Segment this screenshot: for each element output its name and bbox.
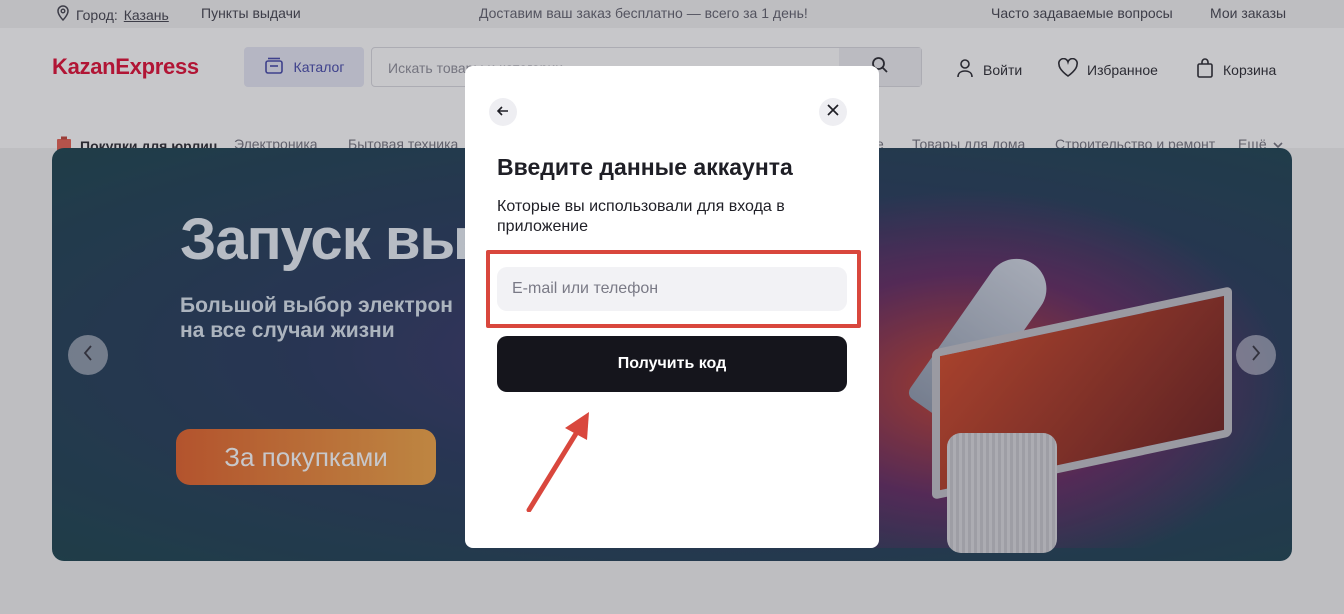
email-phone-input[interactable]: [497, 267, 847, 311]
close-icon: [827, 103, 839, 121]
back-button[interactable]: [489, 98, 517, 126]
annotation-arrow: [526, 412, 589, 512]
arrow-left-icon: [496, 103, 509, 121]
close-button[interactable]: [819, 98, 847, 126]
login-modal: Введите данные аккаунта Которые вы испол…: [465, 66, 879, 548]
modal-title: Введите данные аккаунта: [497, 154, 793, 180]
get-code-button[interactable]: Получить код: [497, 336, 847, 392]
modal-subtitle: Которые вы использовали для входа в прил…: [497, 198, 785, 235]
